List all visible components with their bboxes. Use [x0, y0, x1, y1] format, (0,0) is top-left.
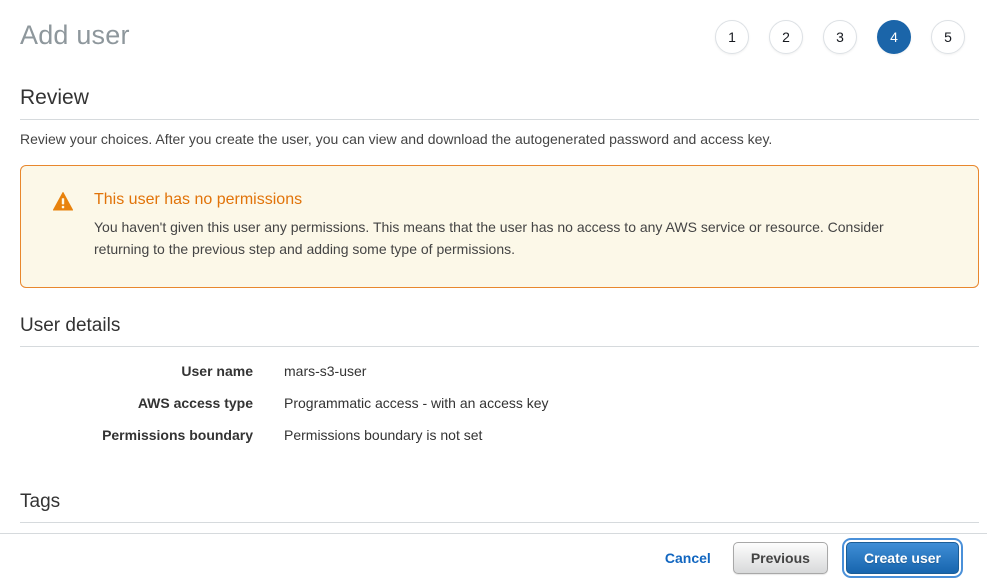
warning-title: This user has no permissions [94, 191, 942, 209]
review-heading: Review [20, 86, 979, 120]
step-1: 1 [715, 20, 749, 54]
detail-value: mars-s3-user [284, 363, 366, 379]
wizard-header: Add user 1 2 3 4 5 [0, 0, 987, 54]
review-section: Review Review your choices. After you cr… [20, 86, 979, 147]
cancel-link[interactable]: Cancel [665, 550, 711, 566]
detail-label: AWS access type [20, 395, 253, 411]
warning-triangle-icon [53, 192, 73, 263]
review-description: Review your choices. After you create th… [20, 131, 979, 147]
warning-content: This user has no permissions You haven't… [94, 191, 942, 263]
step-indicator: 1 2 3 4 5 [715, 16, 965, 54]
step-4-active: 4 [877, 20, 911, 54]
detail-value: Permissions boundary is not set [284, 427, 482, 443]
warning-body: You haven't given this user any permissi… [94, 216, 942, 260]
no-permissions-warning: This user has no permissions You haven't… [20, 165, 979, 288]
step-2: 2 [769, 20, 803, 54]
wizard-footer: Cancel Previous Create user [0, 533, 987, 581]
detail-row-user-name: User name mars-s3-user [20, 355, 979, 387]
detail-label: Permissions boundary [20, 427, 253, 443]
user-details-heading: User details [20, 315, 979, 347]
previous-button[interactable]: Previous [733, 542, 828, 574]
detail-row-permissions-boundary: Permissions boundary Permissions boundar… [20, 419, 979, 451]
step-5: 5 [931, 20, 965, 54]
user-details-section: User details User name mars-s3-user AWS … [20, 315, 979, 451]
detail-value: Programmatic access - with an access key [284, 395, 549, 411]
detail-row-access-type: AWS access type Programmatic access - wi… [20, 387, 979, 419]
tags-heading: Tags [20, 491, 979, 523]
page-title: Add user [20, 16, 130, 51]
step-3: 3 [823, 20, 857, 54]
user-details-rows: User name mars-s3-user AWS access type P… [20, 355, 979, 451]
create-user-button[interactable]: Create user [846, 542, 959, 574]
detail-label: User name [20, 363, 253, 379]
main-content: Review Review your choices. After you cr… [20, 86, 979, 553]
